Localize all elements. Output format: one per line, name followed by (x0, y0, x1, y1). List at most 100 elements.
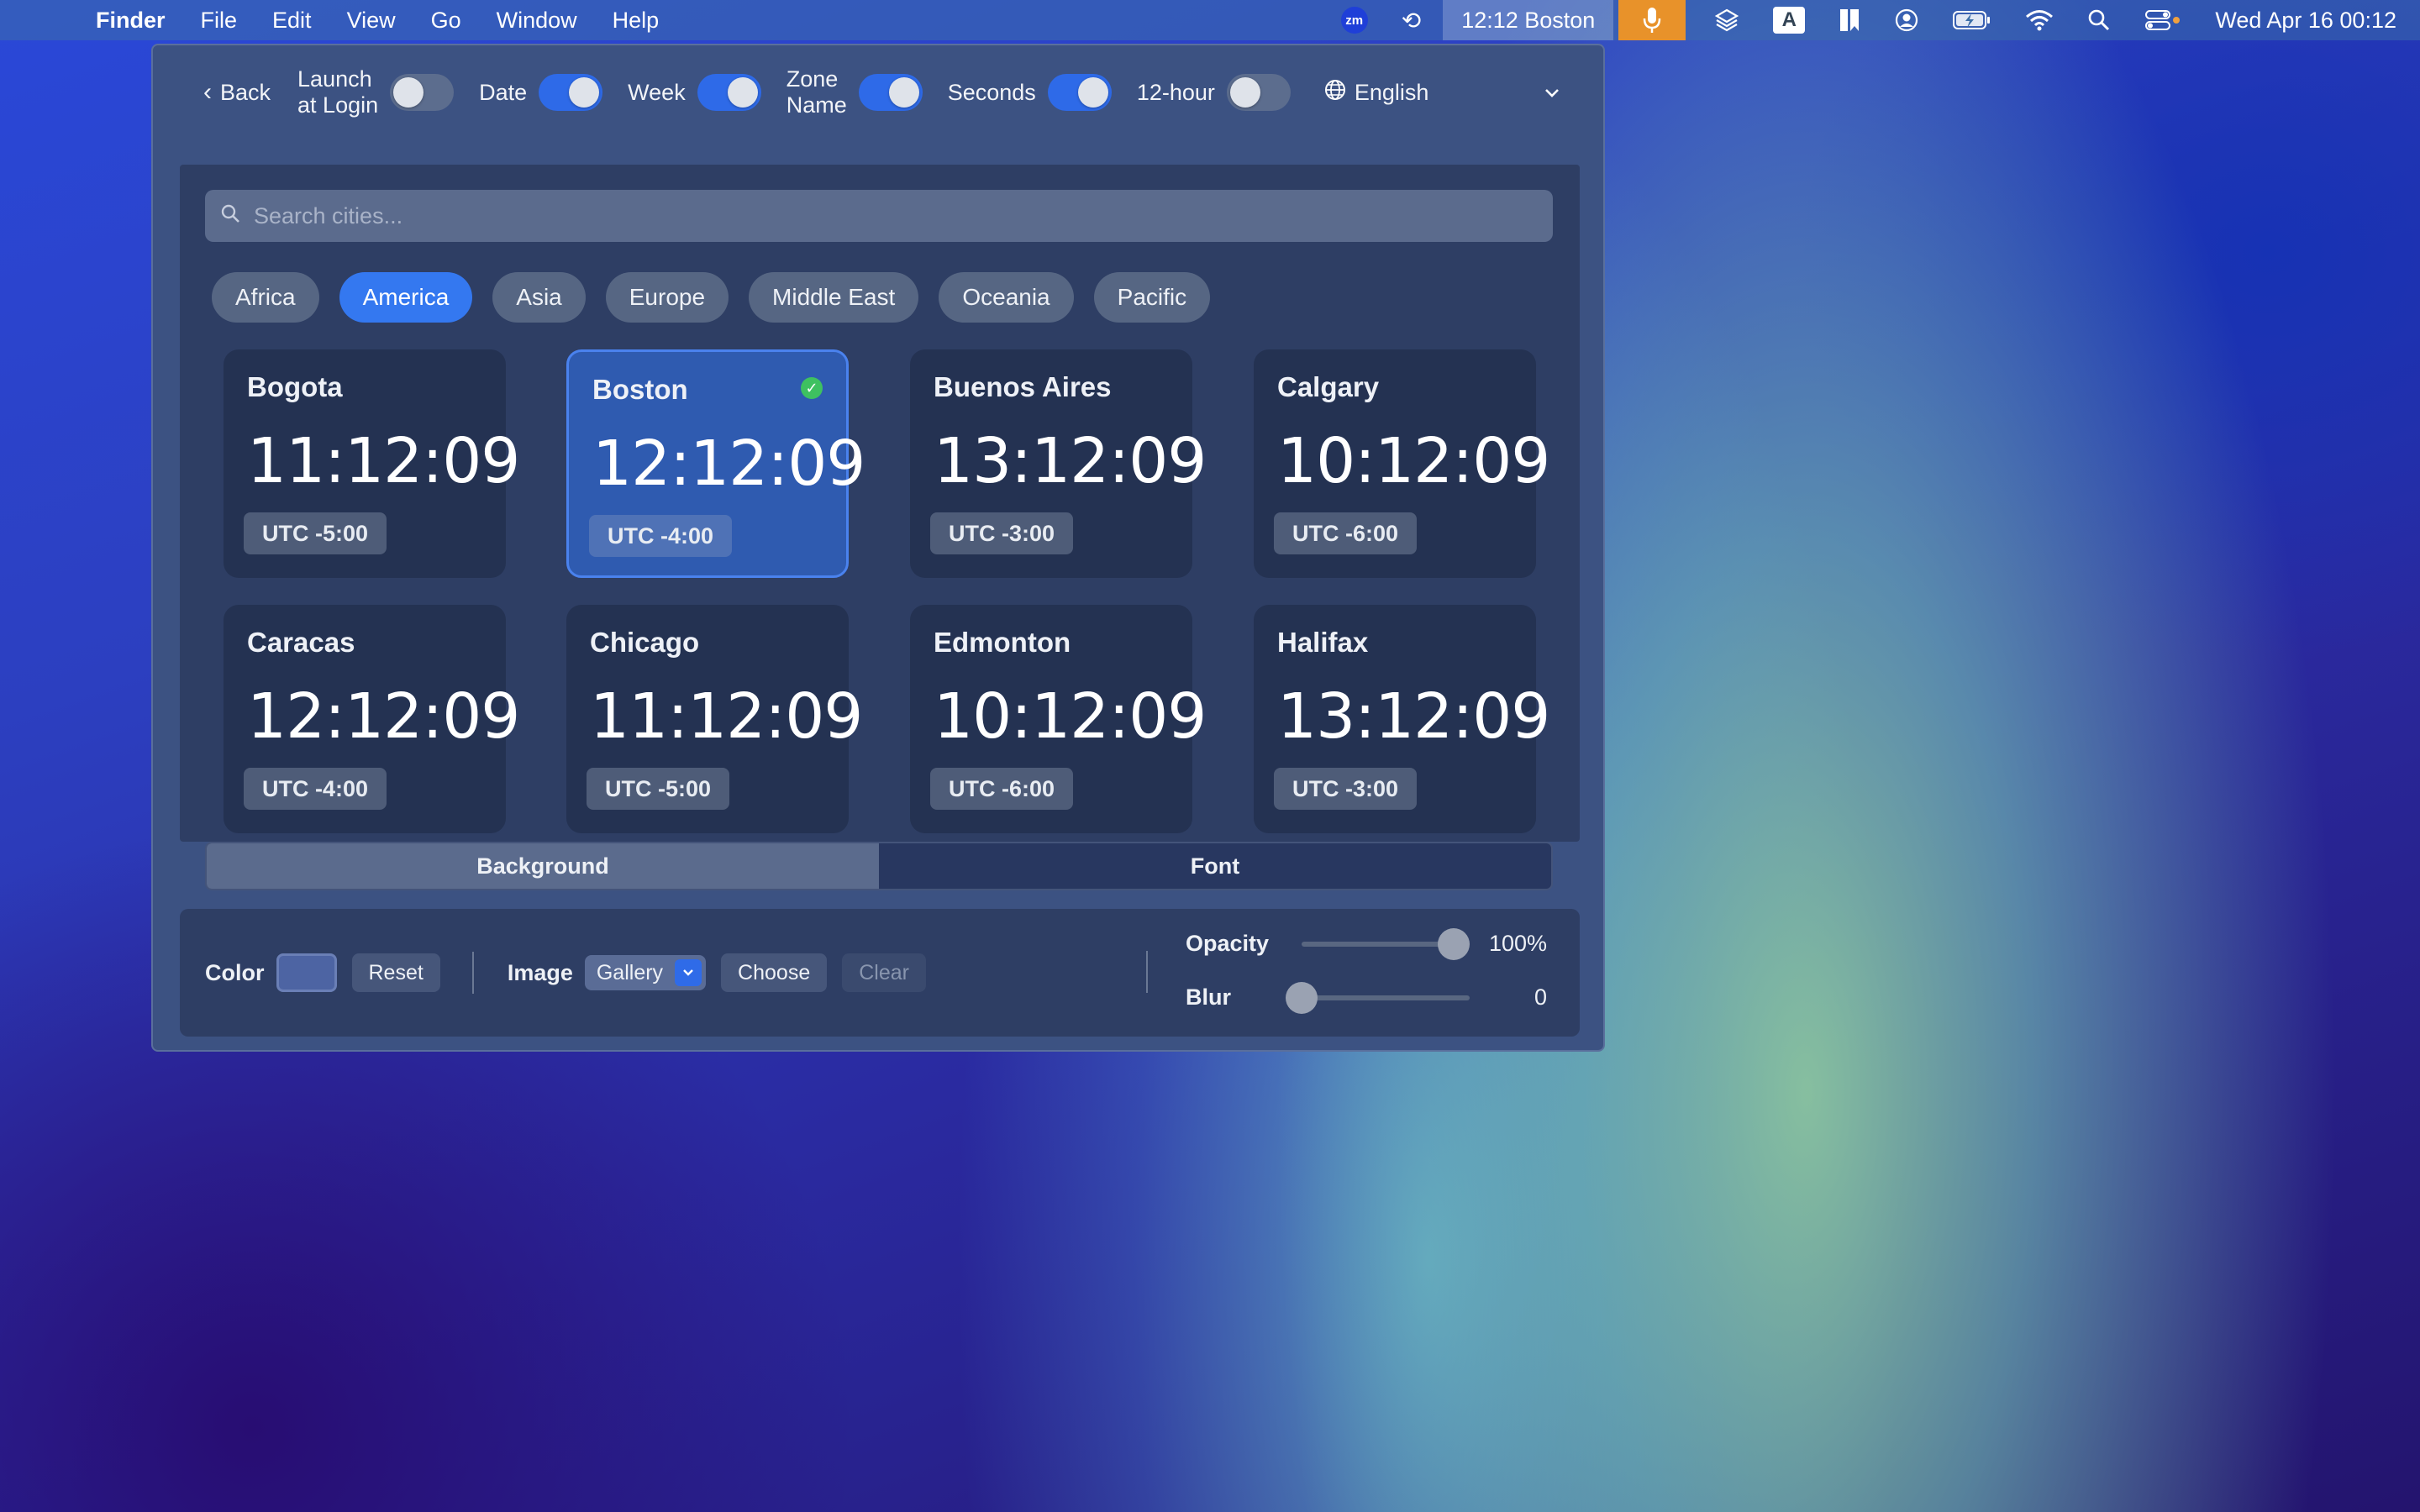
city-time: 12:12:09 (247, 680, 520, 753)
toggle-knob (393, 77, 424, 108)
city-name: Boston (592, 374, 688, 405)
chevron-down-icon (675, 959, 702, 986)
blur-slider[interactable] (1286, 981, 1470, 1014)
microphone-icon[interactable] (1618, 0, 1686, 40)
layers-icon[interactable] (1714, 8, 1739, 33)
divider (1146, 951, 1148, 993)
city-card-calgary[interactable]: Calgary 10:12:09 UTC -6:00 (1254, 349, 1550, 578)
blur-value: 0 (1534, 984, 1547, 1010)
screen-rotation-icon[interactable]: ⟲ (1402, 7, 1421, 34)
toggle-knob (727, 77, 758, 108)
city-name: Bogota (247, 371, 343, 402)
search-icon[interactable] (2087, 8, 2111, 32)
image-source-select[interactable]: Gallery (584, 955, 707, 990)
utc-offset-badge: UTC -4:00 (589, 515, 733, 557)
region-chip-asia[interactable]: Asia (492, 272, 586, 323)
back-button[interactable]: ‹ Back (203, 78, 271, 107)
reset-button[interactable]: Reset (351, 953, 440, 992)
region-chip-europe[interactable]: Europe (605, 272, 729, 323)
chevron-down-icon[interactable] (1544, 81, 1560, 103)
clear-image-button[interactable]: Clear (842, 953, 926, 992)
slider-thumb[interactable] (1438, 927, 1470, 960)
city-name: Caracas (247, 627, 355, 658)
seconds-label: Seconds (947, 79, 1036, 105)
bookmark-icon[interactable] (1839, 8, 1860, 33)
seconds-setting: Seconds (948, 74, 1112, 111)
search-input[interactable]: Search cities... (205, 190, 1553, 242)
menubar-datetime[interactable]: Wed Apr 16 00:12 (2215, 8, 2396, 34)
zone-name-label-line2: Name (786, 92, 847, 118)
menu-window[interactable]: Window (497, 8, 577, 34)
city-card-bogota[interactable]: Bogota 11:12:09 UTC -5:00 (224, 349, 520, 578)
world-clock-window: ‹ Back Launch at Login Date Week Zone Na… (151, 44, 1605, 1052)
toolbar: ‹ Back Launch at Login Date Week Zone Na… (153, 45, 1603, 139)
date-toggle[interactable] (539, 74, 603, 111)
input-source-icon[interactable]: A (1773, 7, 1806, 34)
launch-at-login-toggle[interactable] (390, 74, 455, 111)
region-chip-america[interactable]: America (339, 272, 473, 323)
tab-font[interactable]: Font (879, 843, 1551, 889)
menu-bar: Finder File Edit View Go Window Help zm … (0, 0, 2420, 40)
wifi-icon[interactable] (2025, 9, 2054, 31)
menu-extras: zm ⟲ 12:12 Boston A Wed Apr 16 00:12 (1324, 0, 2396, 40)
choose-image-button[interactable]: Choose (721, 953, 828, 992)
toggle-knob (1229, 77, 1260, 108)
menu-app-finder[interactable]: Finder (96, 8, 166, 34)
region-chip-pacific[interactable]: Pacific (1093, 272, 1211, 323)
language-selector[interactable]: English (1324, 79, 1429, 107)
region-filter: Africa America Asia Europe Middle East O… (212, 272, 1230, 323)
chevron-left-icon: ‹ (203, 78, 212, 106)
search-placeholder: Search cities... (254, 202, 403, 228)
seconds-toggle[interactable] (1047, 74, 1112, 111)
region-chip-middle-east[interactable]: Middle East (749, 272, 919, 323)
menu-view[interactable]: View (347, 8, 396, 34)
city-card-buenos-aires[interactable]: Buenos Aires 13:12:09 UTC -3:00 (910, 349, 1207, 578)
launch-at-login-label: Launch at Login (297, 66, 378, 118)
utc-offset-badge: UTC -5:00 (244, 512, 387, 554)
city-card-chicago[interactable]: Chicago 11:12:09 UTC -5:00 (566, 605, 863, 833)
color-label: Color (205, 959, 265, 985)
region-chip-oceania[interactable]: Oceania (939, 272, 1074, 323)
date-label: Date (479, 79, 528, 105)
opacity-slider[interactable] (1302, 927, 1470, 960)
color-swatch[interactable] (276, 953, 337, 992)
battery-icon[interactable] (1953, 10, 1991, 30)
week-setting: Week (628, 74, 761, 111)
twelve-hour-label: 12-hour (1136, 79, 1215, 105)
utc-offset-badge: UTC -4:00 (244, 768, 387, 810)
zoom-icon[interactable]: zm (1340, 7, 1368, 34)
background-settings-panel: Color Reset Image Gallery Choose Clear O… (180, 909, 1580, 1037)
utc-offset-badge: UTC -6:00 (930, 768, 1074, 810)
zone-name-toggle[interactable] (858, 74, 923, 111)
toggle-knob (888, 77, 919, 108)
menu-help[interactable]: Help (613, 8, 660, 34)
city-name: Chicago (590, 627, 700, 658)
language-label: English (1354, 79, 1429, 105)
city-card-halifax[interactable]: Halifax 13:12:09 UTC -3:00 (1254, 605, 1550, 833)
background-controls: Color Reset Image Gallery Choose Clear (205, 909, 941, 1037)
menu-file[interactable]: File (201, 8, 238, 34)
blur-label: Blur (1186, 984, 1231, 1010)
city-card-caracas[interactable]: Caracas 12:12:09 UTC -4:00 (224, 605, 520, 833)
city-time: 10:12:09 (1277, 425, 1550, 497)
menu-go[interactable]: Go (431, 8, 461, 34)
slider-thumb[interactable] (1286, 981, 1318, 1014)
city-name: Halifax (1277, 627, 1369, 658)
week-toggle[interactable] (697, 74, 761, 111)
user-icon[interactable] (1894, 8, 1919, 33)
launch-at-login-setting: Launch at Login (297, 66, 455, 118)
utc-offset-badge: UTC -3:00 (1274, 768, 1418, 810)
image-label: Image (507, 959, 573, 985)
date-setting: Date (479, 74, 603, 111)
twelve-hour-toggle[interactable] (1226, 74, 1291, 111)
city-card-boston[interactable]: Boston ✓ 12:12:09 UTC -4:00 (566, 349, 865, 578)
city-card-edmonton[interactable]: Edmonton 10:12:09 UTC -6:00 (910, 605, 1207, 833)
region-chip-africa[interactable]: Africa (212, 272, 319, 323)
clock-widget[interactable]: 12:12 Boston (1443, 0, 1614, 40)
city-name: Buenos Aires (934, 371, 1112, 402)
city-time: 11:12:09 (590, 680, 863, 753)
control-center-icon[interactable] (2144, 8, 2181, 32)
tab-background[interactable]: Background (207, 843, 879, 889)
menu-edit[interactable]: Edit (272, 8, 312, 34)
launch-at-login-label-line1: Launch (297, 66, 372, 92)
